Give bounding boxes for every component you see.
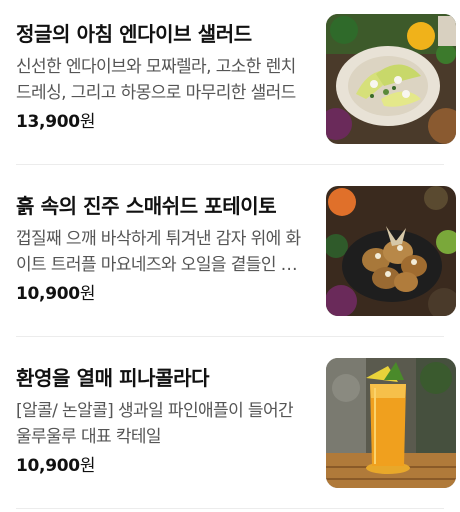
menu-item-name: 정글의 아침 엔다이브 샐러드 [16, 22, 252, 46]
price-currency: 원 [79, 456, 96, 476]
menu-item-price: 10,900원 [16, 454, 95, 478]
menu-item-smashed-potato[interactable]: 흙 속의 진주 스매쉬드 포테이토 껍질째 으깨 바삭하게 튀겨낸 감자 위에 … [0, 172, 460, 342]
menu-item-description: 껍질째 으깨 바삭하게 튀겨낸 감자 위에 화이트 트러플 마요네즈와 오일을 … [16, 229, 301, 275]
menu-item-endive-salad[interactable]: 정글의 아침 엔다이브 샐러드 신선한 엔다이브와 모짜렐라, 고소한 렌치 드… [0, 0, 460, 170]
smashed-potato-photo [326, 186, 456, 316]
menu-item-description: 신선한 엔다이브와 모짜렐라, 고소한 렌치 드레싱, 그리고 하몽으로 마무리… [16, 57, 296, 103]
price-value: 13,900 [16, 112, 80, 132]
menu-item-price: 10,900원 [16, 282, 95, 306]
divider [16, 164, 444, 165]
menu-item-pina-colada[interactable]: 환영을 열매 피나콜라다 [알콜/ 논알콜] 생과일 파인애플이 들어간 울루울… [0, 344, 460, 512]
pina-colada-photo [326, 358, 456, 488]
menu-item-name: 흙 속의 진주 스매쉬드 포테이토 [16, 194, 277, 218]
menu-item-name: 환영을 열매 피나콜라다 [16, 366, 210, 390]
price-value: 10,900 [16, 456, 80, 476]
price-currency: 원 [79, 112, 96, 132]
menu-item-description: [알콜/ 논알콜] 생과일 파인애플이 들어간 울루울루 대표 칵테일 [16, 401, 294, 447]
price-value: 10,900 [16, 284, 80, 304]
divider [16, 508, 444, 509]
menu-list: 정글의 아침 엔다이브 샐러드 신선한 엔다이브와 모짜렐라, 고소한 렌치 드… [0, 0, 460, 512]
divider [16, 336, 444, 337]
price-currency: 원 [79, 284, 96, 304]
endive-salad-photo [326, 14, 456, 144]
menu-item-price: 13,900원 [16, 110, 95, 134]
